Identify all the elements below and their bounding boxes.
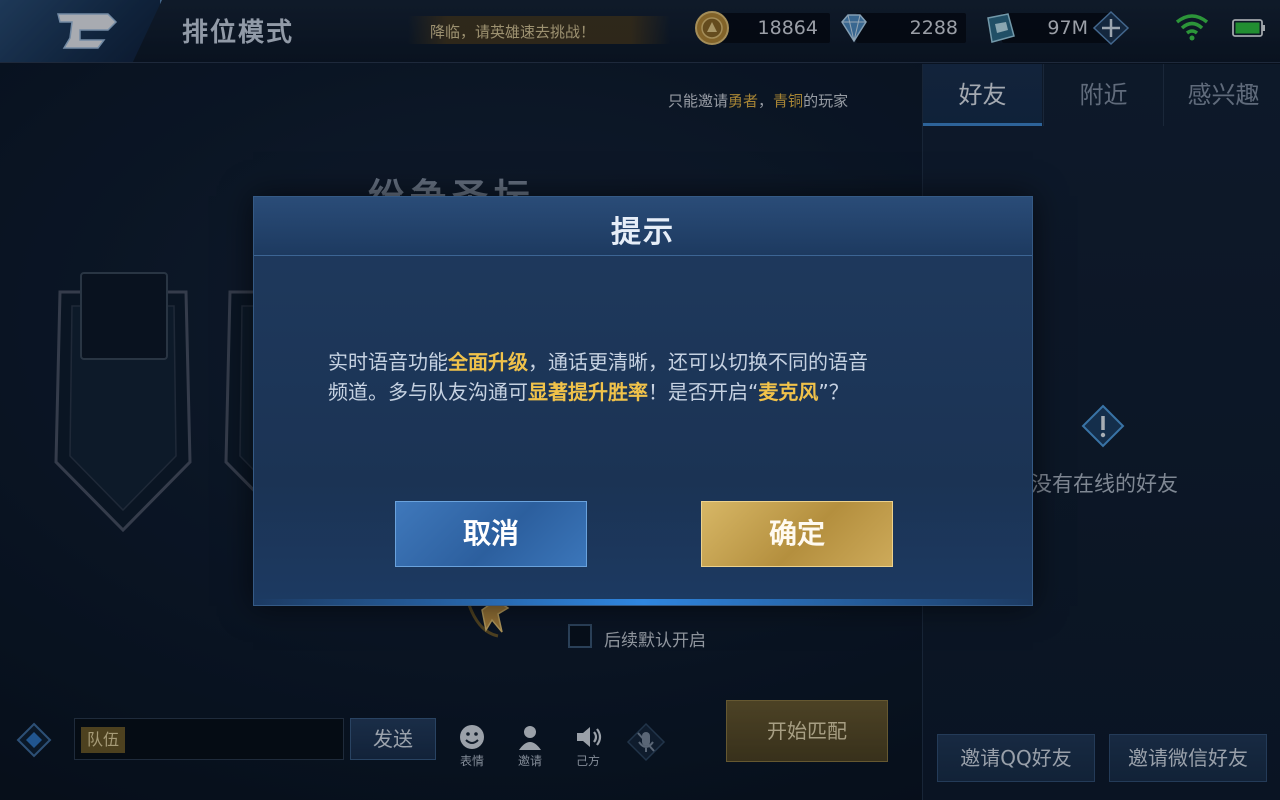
msg-highlight-mic: 麦克风	[758, 380, 819, 404]
msg-part: ，通话更清晰，还可以切换不同的语音	[528, 350, 868, 374]
msg-part: ！是否开启“	[648, 380, 759, 404]
dialog-header: 提示	[254, 197, 1032, 256]
voice-upgrade-dialog: 提示 实时语音功能全面升级，通话更清晰，还可以切换不同的语音 频道。多与队友沟通…	[253, 196, 1033, 606]
confirm-button[interactable]: 确定	[701, 501, 893, 567]
msg-part: ”？	[818, 380, 849, 404]
msg-part: 实时语音功能	[328, 350, 448, 374]
msg-highlight-upgrade: 全面升级	[448, 350, 528, 374]
cancel-button[interactable]: 取消	[395, 501, 587, 567]
msg-highlight-winrate: 显著提升胜率	[528, 380, 648, 404]
dialog-title: 提示	[611, 215, 675, 250]
ranked-lobby-screen: 排位模式 降临，请英雄速去挑战！ 18864 2288 97M 只能邀请勇者，青…	[0, 0, 1280, 800]
dialog-bottom-glow	[254, 599, 1032, 605]
msg-part: 频道。多与队友沟通可	[328, 380, 528, 404]
dialog-message: 实时语音功能全面升级，通话更清晰，还可以切换不同的语音 频道。多与队友沟通可显著…	[328, 347, 968, 407]
